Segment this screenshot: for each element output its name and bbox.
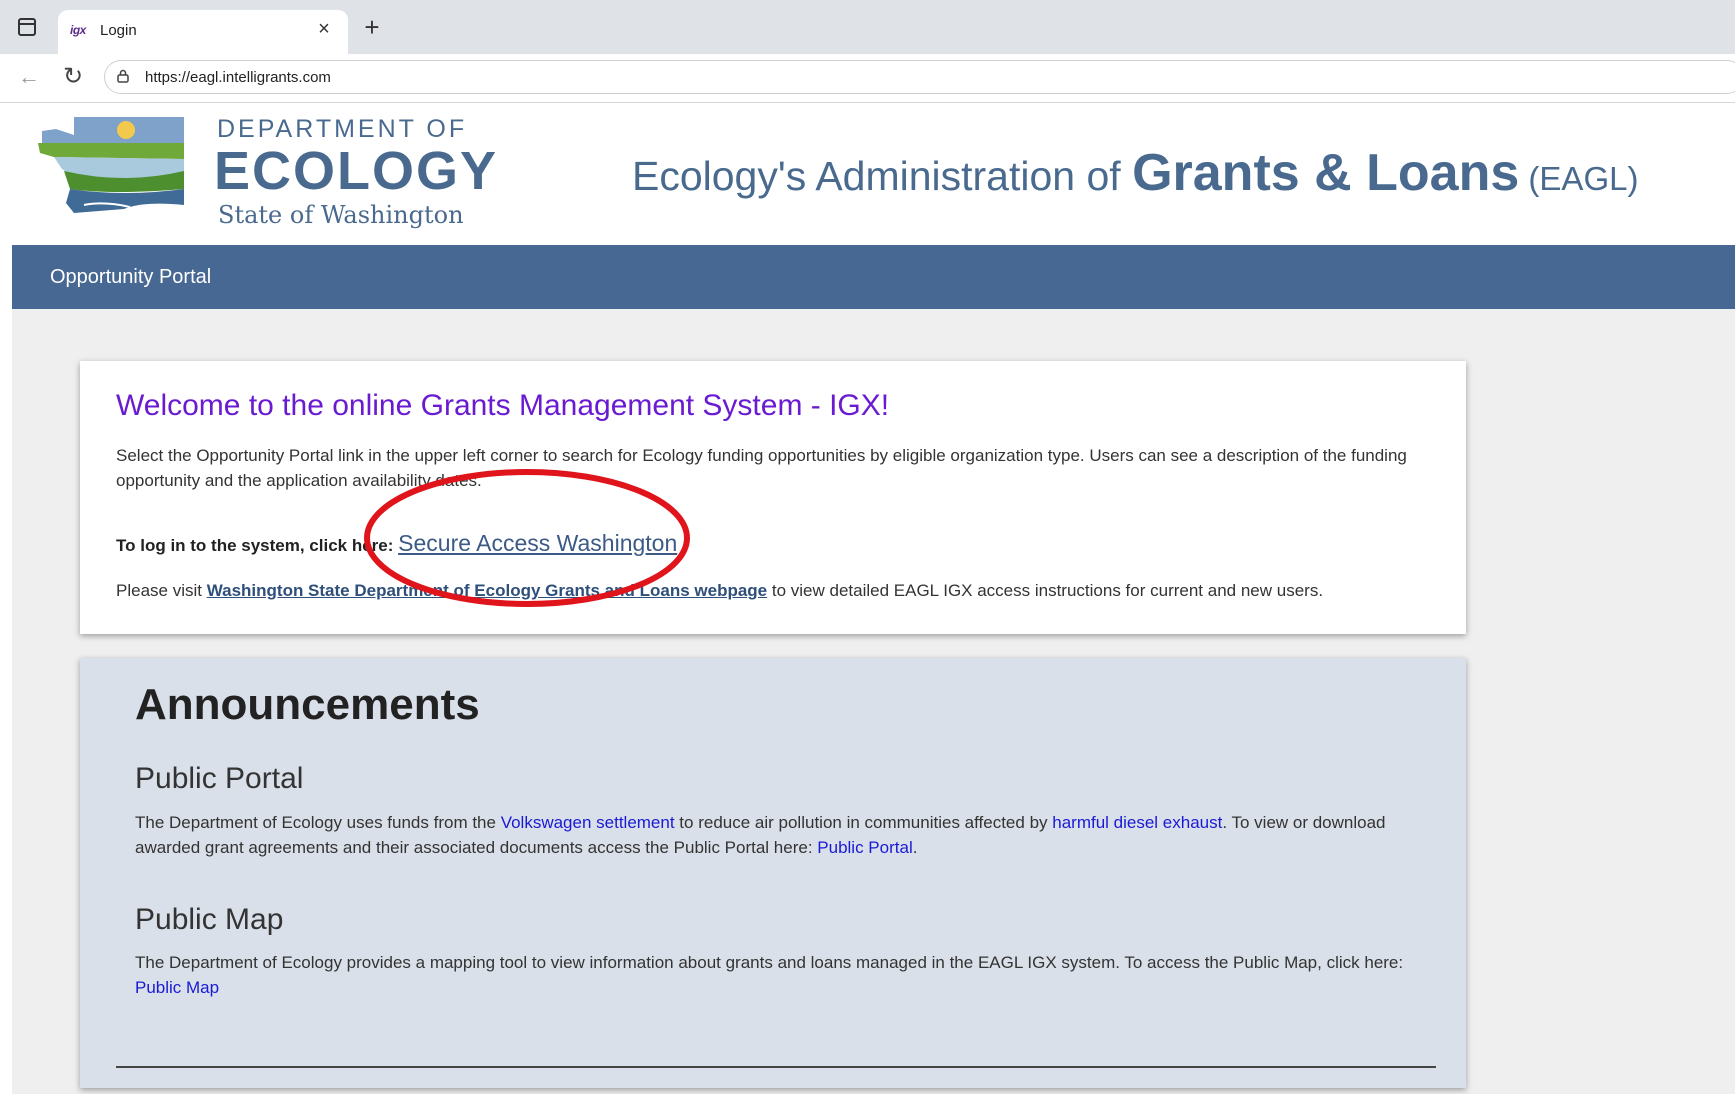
sidebar-toggle-icon[interactable] (18, 18, 36, 36)
new-tab-button[interactable]: + (358, 14, 386, 40)
visit-suffix: to view detailed EAGL IGX access instruc… (767, 581, 1324, 600)
public-portal-heading: Public Portal (135, 762, 304, 795)
public-portal-link[interactable]: Public Portal (817, 838, 912, 857)
nav-opportunity-portal-link[interactable]: Opportunity Portal (50, 266, 211, 289)
washington-state-logo-icon (38, 117, 184, 213)
login-prompt: To log in to the system, click here: (116, 536, 399, 555)
ecology-logo[interactable]: DEPARTMENT OF ECOLOGY State of Washingto… (34, 113, 496, 229)
public-portal-text-2: to reduce air pollution in communities a… (674, 813, 1053, 832)
visit-row: Please visit Washington State Department… (116, 581, 1323, 601)
logo-ecology-text: ECOLOGY (214, 141, 499, 201)
public-map-text: The Department of Ecology provides a map… (135, 950, 1425, 1000)
page-body: DEPARTMENT OF ECOLOGY State of Washingto… (12, 103, 1735, 1094)
logo-department-text: DEPARTMENT OF (217, 115, 468, 143)
public-map-link[interactable]: Public Map (135, 978, 219, 997)
url-text: https://eagl.intelligrants.com (145, 69, 331, 86)
public-portal-text: The Department of Ecology uses funds fro… (135, 810, 1425, 860)
public-map-heading: Public Map (135, 903, 284, 936)
back-arrow-icon[interactable]: ← (18, 64, 40, 90)
site-title-main: Grants & Loans (1132, 144, 1520, 202)
welcome-description: Select the Opportunity Portal link in th… (116, 446, 1407, 490)
public-portal-text-4: . (912, 838, 918, 857)
tab-title: Login (100, 22, 137, 39)
grants-loans-webpage-link[interactable]: Washington State Department of Ecology G… (207, 581, 767, 600)
announcements-card: Announcements Public Portal The Departme… (80, 658, 1466, 1088)
address-bar[interactable]: https://eagl.intelligrants.com (104, 60, 1735, 94)
secure-access-washington-link[interactable]: Secure Access Washington (398, 530, 677, 556)
site-title: Ecology's Administration of Grants & Loa… (632, 143, 1638, 203)
favicon-icon: igx (70, 23, 86, 37)
site-title-abbr: (EAGL) (1519, 160, 1639, 197)
public-map-text-1: The Department of Ecology provides a map… (135, 953, 1404, 972)
harmful-diesel-exhaust-link[interactable]: harmful diesel exhaust (1052, 813, 1222, 832)
login-row: To log in to the system, click here: Sec… (116, 530, 677, 557)
browser-toolbar: ← ↻ https://eagl.intelligrants.com (0, 54, 1735, 103)
logo-state-text: State of Washington (218, 201, 464, 229)
volkswagen-settlement-link[interactable]: Volkswagen settlement (501, 813, 675, 832)
public-portal-text-1: The Department of Ecology uses funds fro… (135, 813, 501, 832)
main-nav-bar: Opportunity Portal (12, 245, 1735, 309)
reload-icon[interactable]: ↻ (63, 62, 83, 91)
welcome-title: Welcome to the online Grants Management … (116, 389, 890, 422)
site-info-icon[interactable] (117, 69, 129, 83)
announcements-title: Announcements (135, 680, 480, 729)
browser-tab-strip: igx Login × + (0, 0, 1735, 54)
site-title-prefix: Ecology's Administration of (632, 153, 1133, 199)
divider (116, 1066, 1436, 1068)
visit-prefix: Please visit (116, 581, 207, 600)
site-header: DEPARTMENT OF ECOLOGY State of Washingto… (12, 103, 1735, 245)
welcome-card: Welcome to the online Grants Management … (80, 361, 1466, 634)
browser-tab-login[interactable]: igx Login × (58, 10, 348, 54)
close-tab-icon[interactable]: × (312, 18, 336, 41)
